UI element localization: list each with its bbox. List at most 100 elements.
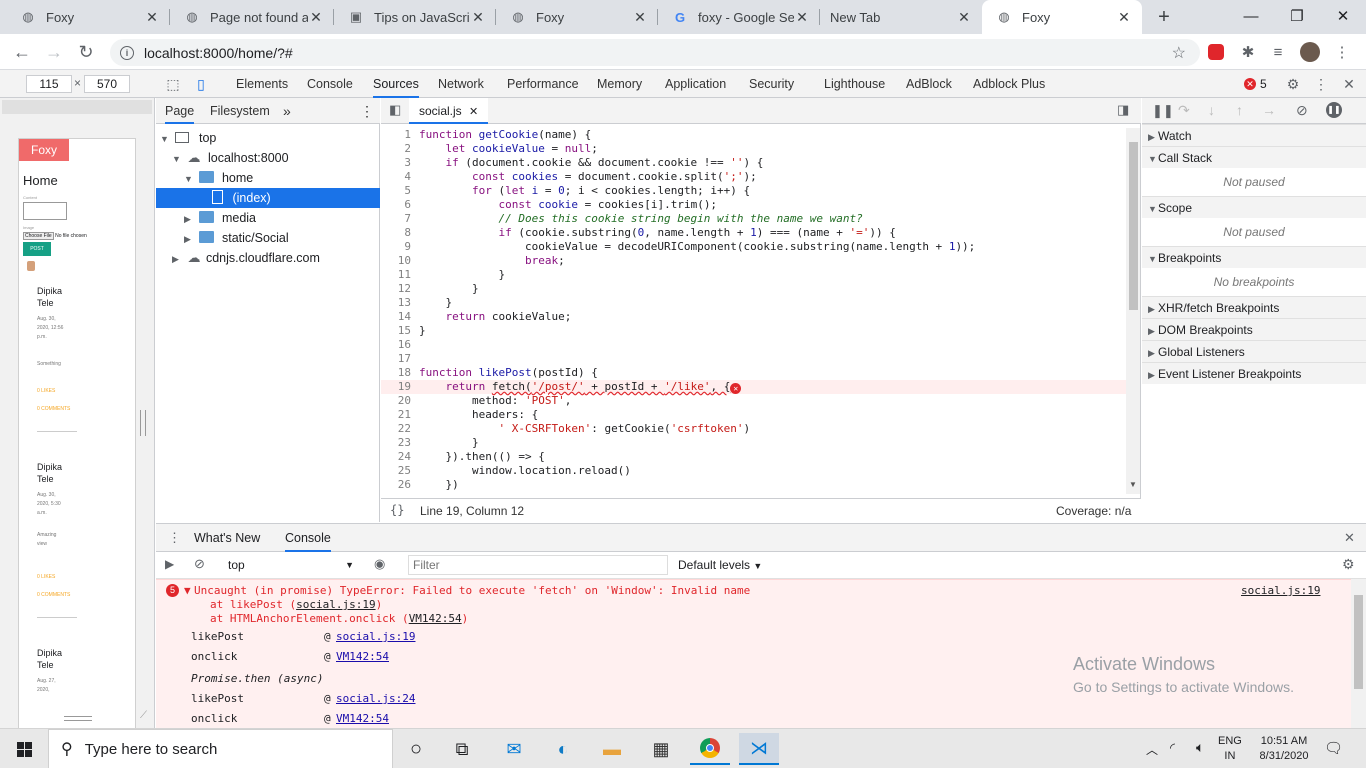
windows-start-icon[interactable] — [4, 733, 44, 765]
section-call-stack[interactable]: ▼Call Stack — [1142, 146, 1366, 168]
pretty-print-icon[interactable]: {} — [390, 503, 404, 517]
console-filter-input[interactable] — [408, 555, 668, 575]
preview-resize-handle[interactable] — [140, 410, 146, 436]
step-over-icon[interactable]: ↷ — [1178, 102, 1190, 119]
info-icon[interactable]: i — [120, 45, 134, 60]
tree-item-media[interactable]: ▶ media — [156, 208, 380, 228]
reading-list-icon[interactable]: ≡ — [1268, 42, 1288, 62]
preview-post-comments[interactable]: 0 COMMENTS — [37, 591, 71, 600]
section-xhr-breakpoints[interactable]: ▶ XHR/fetch Breakpoints — [1142, 296, 1366, 318]
tree-item-index[interactable]: (index) — [156, 188, 380, 208]
stack-link[interactable]: VM142:54 — [409, 612, 462, 625]
tab-adblock-plus[interactable]: Adblock Plus — [973, 70, 1045, 98]
console-scrollbar[interactable] — [1351, 579, 1366, 729]
mail-icon[interactable]: ✉ — [494, 733, 534, 765]
clear-console-icon[interactable]: ⊘ — [194, 556, 205, 572]
close-icon[interactable]: ✕ — [632, 9, 648, 26]
browser-tab[interactable]: ◍ Foxy ✕ — [496, 0, 658, 34]
preview-post-likes[interactable]: 0 LIKES — [37, 573, 59, 582]
drawer-menu-icon[interactable]: ⋮ — [168, 530, 181, 546]
toggle-navigator-icon[interactable]: ◧ — [389, 102, 401, 118]
device-width-input[interactable]: 115 — [26, 75, 72, 93]
stack-frame-link[interactable]: social.js:24 — [336, 692, 415, 706]
clock[interactable]: 10:51 AM 8/31/2020 — [1254, 734, 1314, 764]
tree-item-top[interactable]: ▼ top — [156, 128, 380, 148]
editor-scroll-thumb[interactable] — [1129, 142, 1138, 310]
editor-file-tab[interactable]: social.js ✕ — [409, 98, 489, 124]
preview-post-likes[interactable]: 0 LIKES — [37, 387, 59, 396]
cortana-icon[interactable]: ○ — [396, 733, 436, 765]
bookmark-star-icon[interactable]: ☆ — [1172, 43, 1186, 63]
extensions-puzzle-icon[interactable]: ✱ — [1238, 42, 1258, 62]
forward-icon[interactable]: → — [42, 40, 66, 64]
new-tab-icon[interactable]: + — [1152, 5, 1176, 29]
close-file-icon[interactable]: ✕ — [469, 106, 478, 118]
browser-tab[interactable]: ◍ Page not found at ✕ — [170, 0, 334, 34]
pause-icon[interactable]: ❚❚ — [1152, 103, 1174, 119]
browser-tab[interactable]: ▣ Tips on JavaScript ✕ — [334, 0, 496, 34]
minimize-icon[interactable]: — — [1228, 0, 1274, 32]
more-tabs-icon[interactable]: » — [283, 98, 291, 124]
back-icon[interactable]: ← — [10, 40, 34, 64]
stack-frame-link[interactable]: VM142:54 — [336, 712, 389, 726]
store-icon[interactable]: ▦ — [641, 733, 681, 765]
tab-lighthouse[interactable]: Lighthouse — [824, 70, 885, 98]
stack-link[interactable]: social.js:19 — [296, 598, 375, 611]
devtools-menu-icon[interactable]: ⋮ — [1312, 75, 1330, 93]
close-drawer-icon[interactable]: ✕ — [1344, 530, 1355, 546]
vscode-icon[interactable]: ⋊ — [739, 733, 779, 765]
preview-choose-file-button[interactable]: Choose File — [23, 232, 54, 240]
chrome-icon[interactable] — [690, 733, 730, 765]
file-explorer-icon[interactable]: ▬ — [592, 733, 632, 765]
tab-page[interactable]: Page — [165, 98, 195, 124]
inline-error-icon[interactable]: ✕ — [730, 383, 742, 394]
browser-tab[interactable]: New Tab ✕ — [820, 0, 982, 34]
notifications-icon[interactable]: 🗨︎ — [1324, 739, 1343, 757]
tab-console[interactable]: Console — [307, 70, 353, 98]
editor-scrollbar[interactable]: ▼ — [1126, 128, 1140, 494]
browser-tab[interactable]: ◍ Foxy ✕ — [6, 0, 170, 34]
preview-post-button[interactable]: POST — [23, 242, 51, 256]
pause-on-exceptions-icon[interactable]: ❚❚ — [1326, 102, 1342, 118]
edge-icon[interactable]: ◐ — [543, 733, 583, 765]
network-icon[interactable]: ◜ — [1170, 740, 1175, 756]
preview-post-comments[interactable]: 0 COMMENTS — [37, 405, 71, 414]
section-dom-breakpoints[interactable]: ▶ DOM Breakpoints — [1142, 318, 1366, 340]
close-icon[interactable]: ✕ — [470, 9, 486, 26]
profile-avatar[interactable] — [1300, 42, 1320, 62]
tree-item-cdnjs[interactable]: ▶ ☁ cdnjs.cloudflare.com — [156, 248, 380, 268]
section-watch[interactable]: ▶ Watch — [1142, 124, 1366, 146]
live-expression-eye-icon[interactable]: ◉ — [374, 556, 385, 572]
tree-item-static-social[interactable]: ▶ static/Social — [156, 228, 380, 248]
resize-corner-icon[interactable]: ⟋ — [140, 710, 147, 721]
language-indicator[interactable]: ENG IN — [1218, 734, 1242, 764]
adblock-extension-icon[interactable] — [1206, 42, 1226, 62]
tab-filesystem[interactable]: Filesystem — [210, 98, 270, 124]
step-icon[interactable]: → — [1262, 102, 1276, 118]
tree-item-home[interactable]: ▼ home — [156, 168, 380, 188]
inspect-element-icon[interactable]: ⬚ — [164, 75, 182, 93]
task-view-icon[interactable]: ⧉ — [442, 733, 482, 765]
close-icon[interactable]: ✕ — [144, 9, 160, 26]
preview-brand[interactable]: Foxy — [19, 139, 69, 161]
step-into-icon[interactable]: ↓ — [1208, 102, 1215, 118]
navigator-menu-icon[interactable]: ⋮ — [360, 98, 374, 124]
section-global-listeners[interactable]: ▶ Global Listeners — [1142, 340, 1366, 362]
close-icon[interactable]: ✕ — [956, 9, 972, 26]
show-hidden-icons[interactable]: ︿ — [1146, 741, 1158, 758]
tab-elements[interactable]: Elements — [236, 70, 288, 98]
tab-sources[interactable]: Sources — [373, 70, 419, 98]
stack-frame-link[interactable]: social.js:19 — [336, 630, 415, 644]
close-icon[interactable]: ✕ — [794, 9, 810, 26]
taskbar-search-box[interactable]: ⚲ Type here to search — [48, 729, 393, 768]
tab-drawer-console[interactable]: Console — [285, 524, 331, 552]
browser-tab[interactable]: G foxy - Google Sear ✕ — [658, 0, 820, 34]
console-scroll-thumb[interactable] — [1354, 595, 1363, 689]
error-source-link[interactable]: social.js:19 — [1241, 584, 1320, 598]
expand-error-icon[interactable]: ▼ — [184, 584, 191, 598]
settings-gear-icon[interactable]: ⚙ — [1284, 75, 1302, 93]
maximize-icon[interactable]: ❐ — [1274, 0, 1320, 32]
context-selector[interactable]: top ▼ — [222, 555, 358, 575]
close-icon[interactable]: ✕ — [308, 9, 324, 26]
console-sidebar-icon[interactable]: ▶︎ — [165, 557, 174, 571]
